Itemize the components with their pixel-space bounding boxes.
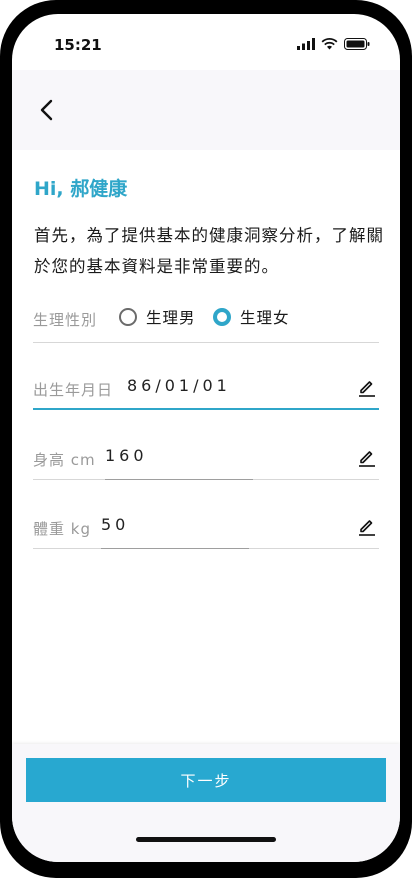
gender-option-female[interactable]: 生理女 [213,306,290,328]
gender-option-male[interactable]: 生理男 [119,306,196,328]
battery-icon [344,38,370,50]
weight-field[interactable]: 體重 kg 50 [33,503,379,549]
height-input-underline [105,479,253,480]
gender-option-female-label: 生理女 [240,309,290,327]
greeting-title: Hi, 郝健康 [34,178,128,200]
weight-label: 體重 kg [33,520,91,538]
phone-frame: 15:21 Hi, 郝健康 首先，為了提供基本的健康洞察分析，了解關於您的基本資… [0,0,412,878]
intro-text: 首先，為了提供基本的健康洞察分析，了解關於您的基本資料是非常重要的。 [34,226,384,276]
gender-label: 生理性別 [33,311,98,329]
radio-unselected-icon[interactable] [119,308,137,326]
status-icons [297,38,370,50]
weight-value[interactable]: 50 [101,515,129,534]
app-screen: 15:21 Hi, 郝健康 首先，為了提供基本的健康洞察分析，了解關於您的基本資… [12,14,400,862]
bottom-bar: 下一步 [12,744,400,862]
next-button[interactable]: 下一步 [26,758,386,802]
gender-option-male-label: 生理男 [146,309,196,327]
nav-bar [12,70,400,150]
radio-selected-icon[interactable] [213,308,231,326]
birthdate-label: 出生年月日 [33,381,114,399]
status-time: 15:21 [54,36,102,54]
height-field[interactable]: 身高 cm 160 [33,434,379,480]
edit-pencil-icon[interactable] [357,378,377,398]
height-label: 身高 cm [33,451,96,469]
signal-icon [297,38,315,50]
weight-input-underline [101,548,249,549]
wifi-icon [321,38,338,50]
birthdate-underline-active [33,408,379,410]
birthdate-value[interactable]: 86/01/01 [127,376,231,395]
birthdate-field[interactable]: 出生年月日 86/01/01 [33,364,379,410]
edit-pencil-icon[interactable] [357,448,377,468]
back-chevron-icon[interactable] [34,96,62,124]
height-value[interactable]: 160 [105,446,148,465]
status-bar: 15:21 [12,14,400,76]
home-indicator[interactable] [136,837,276,842]
edit-pencil-icon[interactable] [357,517,377,537]
gender-row: 生理性別 生理男 生理女 [33,302,379,343]
